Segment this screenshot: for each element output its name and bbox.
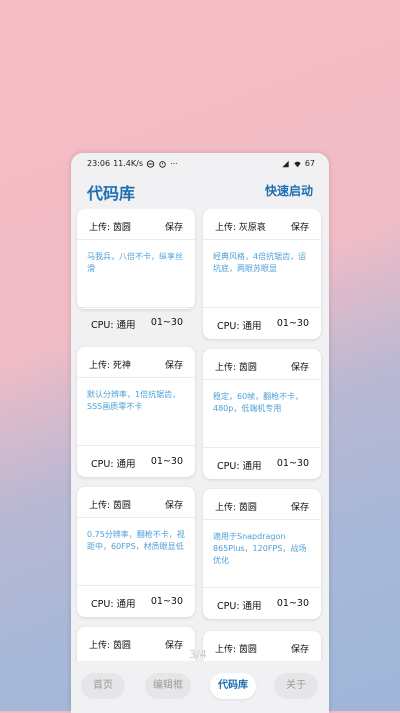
card-range: 01~30 xyxy=(276,318,309,329)
card-save-button[interactable]: 保存 xyxy=(291,360,309,373)
divider xyxy=(77,517,195,518)
divider xyxy=(77,239,195,240)
card-save-button[interactable]: 保存 xyxy=(165,220,183,233)
code-card[interactable]: 上传: 茵圆 保存 xyxy=(203,631,321,661)
divider xyxy=(203,587,321,588)
app-window: 23:06 11.4K/s ⋯ 67 代码库 快速启动 上传: 茵圆 保存 马我… xyxy=(71,153,329,713)
nav-library[interactable]: 代码库 xyxy=(210,673,256,699)
divider xyxy=(77,377,195,378)
card-range: 01~30 xyxy=(276,598,309,609)
card-cpu: CPU: 通用 xyxy=(217,461,262,472)
alarm-icon xyxy=(159,160,166,168)
card-uploader: 上传: 茵圆 xyxy=(89,641,131,651)
app-header: 代码库 快速启动 xyxy=(71,175,329,209)
card-range: 01~30 xyxy=(150,317,183,328)
card-description: 经典风格，4倍抗锯齿，运坑底，两眼苏眼显 xyxy=(213,252,307,273)
card-save-button[interactable]: 保存 xyxy=(165,638,183,651)
divider xyxy=(203,519,321,520)
battery-level: 67 xyxy=(304,159,315,168)
card-cpu: CPU: 通用 xyxy=(91,320,136,331)
card-save-button[interactable]: 保存 xyxy=(165,358,183,371)
signal-icon xyxy=(282,160,289,167)
card-range: 01~30 xyxy=(150,456,183,467)
code-card[interactable]: 上传: 茵圆 保存 马我兵，八倍不卡，纵享丝滑 CPU: 通用 01~30 xyxy=(77,209,195,331)
quick-start-button[interactable]: 快速启动 xyxy=(265,182,313,199)
divider xyxy=(77,585,195,586)
card-description: 马我兵，八倍不卡，纵享丝滑 xyxy=(87,252,183,273)
card-cpu: CPU: 通用 xyxy=(217,321,262,332)
code-library-grid[interactable]: 上传: 茵圆 保存 马我兵，八倍不卡，纵享丝滑 CPU: 通用 01~30 上传… xyxy=(71,209,329,661)
do-not-disturb-icon xyxy=(146,159,155,168)
card-description: 稳定，60帧，翻枪不卡，480p，低端机专用 xyxy=(213,392,304,413)
code-card[interactable]: 上传: 死神 保存 默认分辨率，1倍抗锯齿，SSS画质零不卡 CPU: 通用 0… xyxy=(77,347,195,477)
card-cpu: CPU: 通用 xyxy=(217,601,262,612)
bottom-navigation: 首页 编辑框 代码库 关于 xyxy=(71,661,329,713)
card-uploader: 上传: 茵圆 xyxy=(215,503,257,513)
nav-editor[interactable]: 编辑框 xyxy=(145,673,191,699)
card-range: 01~30 xyxy=(276,458,309,469)
card-description: 0.75分辨率，翻枪不卡，视距中，60FPS，材质眼显低 xyxy=(87,530,185,551)
card-uploader: 上传: 灰原哀 xyxy=(215,223,266,233)
card-description: 適用于Snapdragon 865Plus，120FPS，战场优化 xyxy=(213,532,307,565)
card-uploader: 上传: 茵圆 xyxy=(89,223,131,233)
card-uploader: 上传: 茵圆 xyxy=(215,645,257,655)
card-uploader: 上传: 茵圆 xyxy=(215,363,257,373)
card-description: 默认分辨率，1倍抗锯齿，SSS画质零不卡 xyxy=(87,390,181,411)
divider xyxy=(77,307,195,308)
code-card[interactable]: 上传: 灰原哀 保存 经典风格，4倍抗锯齿，运坑底，两眼苏眼显 CPU: 通用 … xyxy=(203,209,321,339)
card-uploader: 上传: 死神 xyxy=(89,361,131,371)
more-dots-icon: ⋯ xyxy=(169,159,178,168)
card-cpu: CPU: 通用 xyxy=(91,599,136,610)
card-range: 01~30 xyxy=(150,596,183,607)
card-save-button[interactable]: 保存 xyxy=(291,220,309,233)
page-title: 代码库 xyxy=(87,184,136,203)
status-bar: 23:06 11.4K/s ⋯ 67 xyxy=(71,153,329,175)
divider xyxy=(203,307,321,308)
divider xyxy=(203,379,321,380)
status-time: 23:06 xyxy=(87,159,111,168)
card-save-button[interactable]: 保存 xyxy=(291,642,309,655)
nav-about[interactable]: 关于 xyxy=(274,673,318,699)
card-save-button[interactable]: 保存 xyxy=(291,500,309,513)
status-net-speed: 11.4K/s xyxy=(113,159,143,168)
wifi-icon xyxy=(294,161,301,167)
divider xyxy=(77,445,195,446)
divider xyxy=(203,447,321,448)
card-cpu: CPU: 通用 xyxy=(91,459,136,470)
card-uploader: 上传: 茵圆 xyxy=(89,501,131,511)
nav-home[interactable]: 首页 xyxy=(81,673,125,699)
divider xyxy=(203,239,321,240)
code-card[interactable]: 上传: 茵圆 保存 適用于Snapdragon 865Plus，120FPS，战… xyxy=(203,489,321,619)
code-card[interactable]: 上传: 茵圆 保存 稳定，60帧，翻枪不卡，480p，低端机专用 CPU: 通用… xyxy=(203,349,321,479)
code-card[interactable]: 上传: 茵圆 保存 xyxy=(77,627,195,661)
page-indicator: 3/4 xyxy=(189,648,207,661)
card-save-button[interactable]: 保存 xyxy=(165,498,183,511)
code-card[interactable]: 上传: 茵圆 保存 0.75分辨率，翻枪不卡，视距中，60FPS，材质眼显低 C… xyxy=(77,487,195,617)
